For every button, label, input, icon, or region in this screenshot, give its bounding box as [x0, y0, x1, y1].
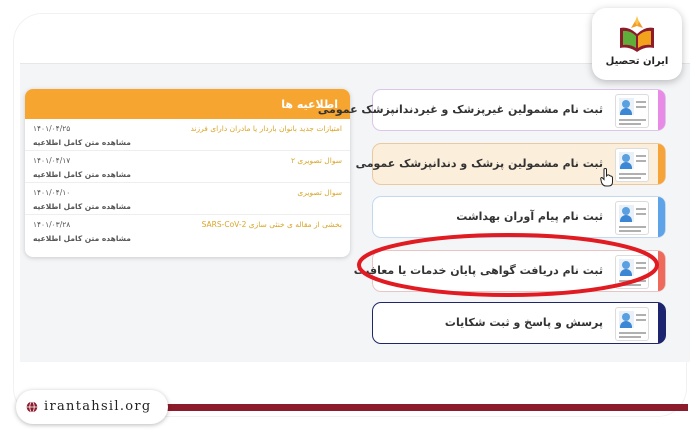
website-badge[interactable]: irantahsil.org [16, 390, 168, 424]
announcements-panel: اطلاعیه ها امتیازات جدید بانوان باردار ی… [25, 89, 350, 257]
book-logo-icon [620, 16, 654, 52]
announcement-item[interactable]: سوال تصویری ۱۴۰۱/۰۴/۱۰ مشاهده متن کامل ا… [25, 183, 350, 215]
announcement-title[interactable]: سوال تصویری ۲ [291, 156, 342, 165]
menu-card-label: پرسش و پاسخ و ثبت شکایات [444, 316, 603, 329]
menu-card-non-physician-registration[interactable]: ثبت نام مشمولین غیرپزشک و غیردندانپزشک ع… [318, 89, 666, 131]
profile-card-icon [615, 148, 649, 182]
announcement-title[interactable]: سوال تصویری [297, 188, 342, 197]
profile-card-icon [615, 307, 649, 341]
footer-bar [165, 404, 688, 411]
card-accent-bar [658, 144, 665, 184]
announcement-item[interactable]: بخشی از مقاله ی خنثی سازی SARS-CoV-2 ۱۴۰… [25, 215, 350, 247]
highlight-ring [357, 233, 659, 297]
logo: ایران تحصیل [592, 8, 682, 80]
announcement-title[interactable]: بخشی از مقاله ی خنثی سازی SARS-CoV-2 [202, 220, 342, 229]
announcement-item[interactable]: امتیازات جدید بانوان باردار یا مادران دا… [25, 119, 350, 151]
menu-card-label: ثبت نام مشمولین پزشک و دندانپزشک عمومی [355, 157, 603, 170]
announcement-read-more-link[interactable]: مشاهده متن کامل اطلاعیه [33, 170, 131, 179]
announcement-read-more-link[interactable]: مشاهده متن کامل اطلاعیه [33, 138, 131, 147]
menu-card-label: ثبت نام مشمولین غیرپزشک و غیردندانپزشک ع… [317, 103, 603, 116]
menu-card-physician-registration[interactable]: ثبت نام مشمولین پزشک و دندانپزشک عمومی [356, 143, 666, 185]
card-accent-bar [658, 303, 665, 343]
announcement-date: ۱۴۰۱/۰۴/۱۰ [33, 188, 71, 197]
announcement-date: ۱۴۰۱/۰۴/۱۷ [33, 156, 71, 165]
announcement-date: ۱۴۰۱/۰۳/۲۸ [33, 220, 71, 229]
logo-text: ایران تحصیل [605, 56, 669, 67]
announcement-item[interactable]: سوال تصویری ۲ ۱۴۰۱/۰۴/۱۷ مشاهده متن کامل… [25, 151, 350, 183]
card-accent-bar [658, 90, 665, 130]
announcement-date: ۱۴۰۱/۰۴/۲۵ [33, 124, 71, 133]
announcement-read-more-link[interactable]: مشاهده متن کامل اطلاعیه [33, 234, 131, 243]
announcement-title[interactable]: امتیازات جدید بانوان باردار یا مادران دا… [190, 124, 342, 133]
hand-cursor-icon [600, 168, 613, 187]
website-url[interactable]: irantahsil.org [44, 399, 152, 414]
globe-icon [26, 401, 38, 413]
announcements-title: اطلاعیه ها [25, 89, 350, 119]
profile-card-icon [615, 94, 649, 128]
top-bar [20, 22, 690, 64]
announcement-read-more-link[interactable]: مشاهده متن کامل اطلاعیه [33, 202, 131, 211]
menu-card-faq-complaints[interactable]: پرسش و پاسخ و ثبت شکایات [372, 302, 666, 344]
menu-card-label: ثبت نام پیام آوران بهداشت [456, 210, 603, 223]
